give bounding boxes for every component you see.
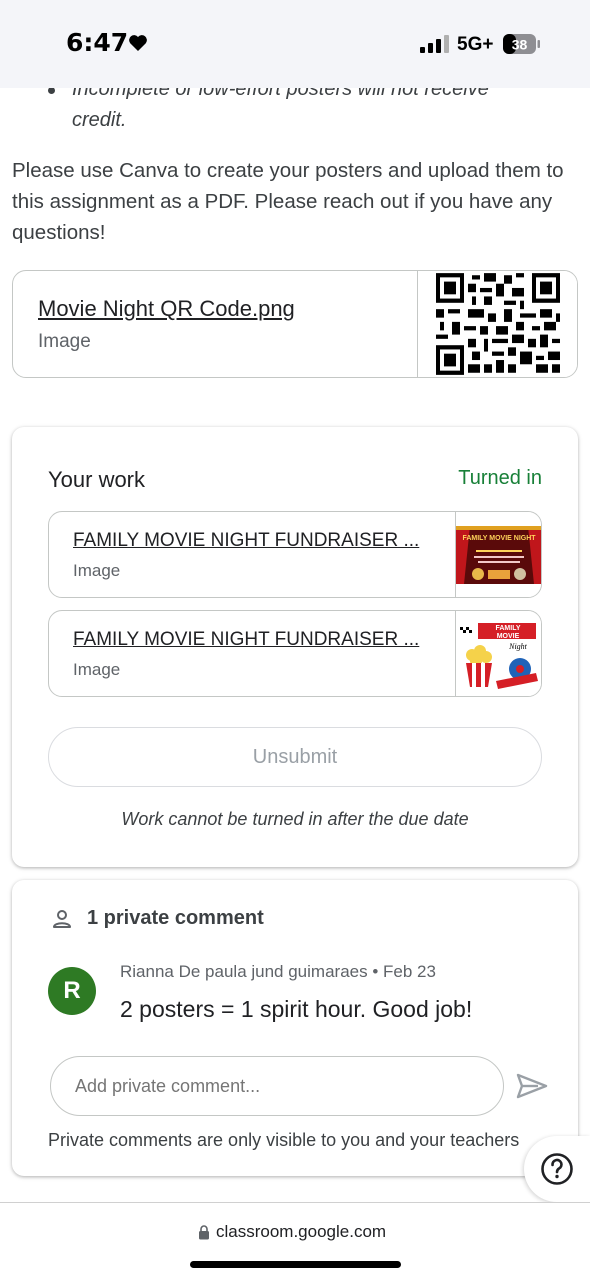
attachment-card[interactable]: Movie Night QR Code.png Image [12,270,578,378]
url-text[interactable]: classroom.google.com [216,1222,386,1242]
help-icon [541,1153,573,1185]
private-comment-count: 1 private comment [87,907,264,929]
avatar: R [48,967,96,1015]
poster1-title-line1: FAMILY MOVIE NIGHT [462,535,536,542]
qr-code-image [432,271,564,377]
home-indicator[interactable] [190,1261,401,1268]
file-type: Image [73,561,121,580]
battery-level: 38 [512,37,528,53]
poster2-title-line1: FAMILY [495,625,520,632]
submitted-file[interactable]: FAMILY MOVIE NIGHT FUNDRAISER ... Image … [48,610,542,697]
your-work-title: Your work [48,467,146,492]
network-type: 5G+ [457,34,494,55]
attachment-thumbnail[interactable] [417,271,577,377]
send-icon[interactable] [516,1072,548,1100]
private-comment-note: Private comments are only visible to you… [48,1130,520,1150]
file-type: Image [73,660,121,679]
status-time: 6:47 [66,28,129,57]
file-thumbnail[interactable]: FAMILY MOVIE NIGHT [455,512,541,597]
turned-in-status: Turned in [458,467,542,489]
attachment-type: Image [38,331,91,352]
comment-text: 2 posters = 1 spirit hour. Good job! [120,996,473,1022]
your-work-card: Your work Turned in FAMILY MOVIE NIGHT F… [12,427,578,867]
person-icon [53,910,71,928]
browser-url-bar[interactable]: classroom.google.com [0,1202,590,1280]
unsubmit-button[interactable]: Unsubmit [48,727,542,787]
private-comment-input[interactable] [50,1056,504,1116]
lock-icon [199,1225,209,1240]
poster-thumbnail-image: FAMILY MOVIE NIGHT [456,512,541,597]
battery-icon: 38 [503,34,540,54]
file-title[interactable]: FAMILY MOVIE NIGHT FUNDRAISER ... [73,530,443,552]
cellular-signal-icon [420,35,449,53]
poster2-title-line2: MOVIE [497,633,520,640]
file-title[interactable]: FAMILY MOVIE NIGHT FUNDRAISER ... [73,629,443,651]
comment-author: Rianna De paula jund guimaraes • Feb 23 [120,962,436,981]
status-bar: 6:47 5G+ 38 [0,0,590,88]
due-date-note: Work cannot be turned in after the due d… [121,809,469,829]
bullet-dot [48,87,55,94]
private-comments-card: 1 private comment R Rianna De paula jund… [12,880,578,1176]
poster2-title-line3: Night [508,642,528,651]
poster-thumbnail-image: FAMILY MOVIE Night [456,611,541,696]
file-thumbnail[interactable]: FAMILY MOVIE Night [455,611,541,696]
submitted-file[interactable]: FAMILY MOVIE NIGHT FUNDRAISER ... Image … [48,511,542,598]
help-button[interactable] [524,1136,590,1202]
attachment-title[interactable]: Movie Night QR Code.png [38,296,295,322]
heart-icon [129,35,147,51]
instructions-text: Please use Canva to create your posters … [12,159,564,244]
